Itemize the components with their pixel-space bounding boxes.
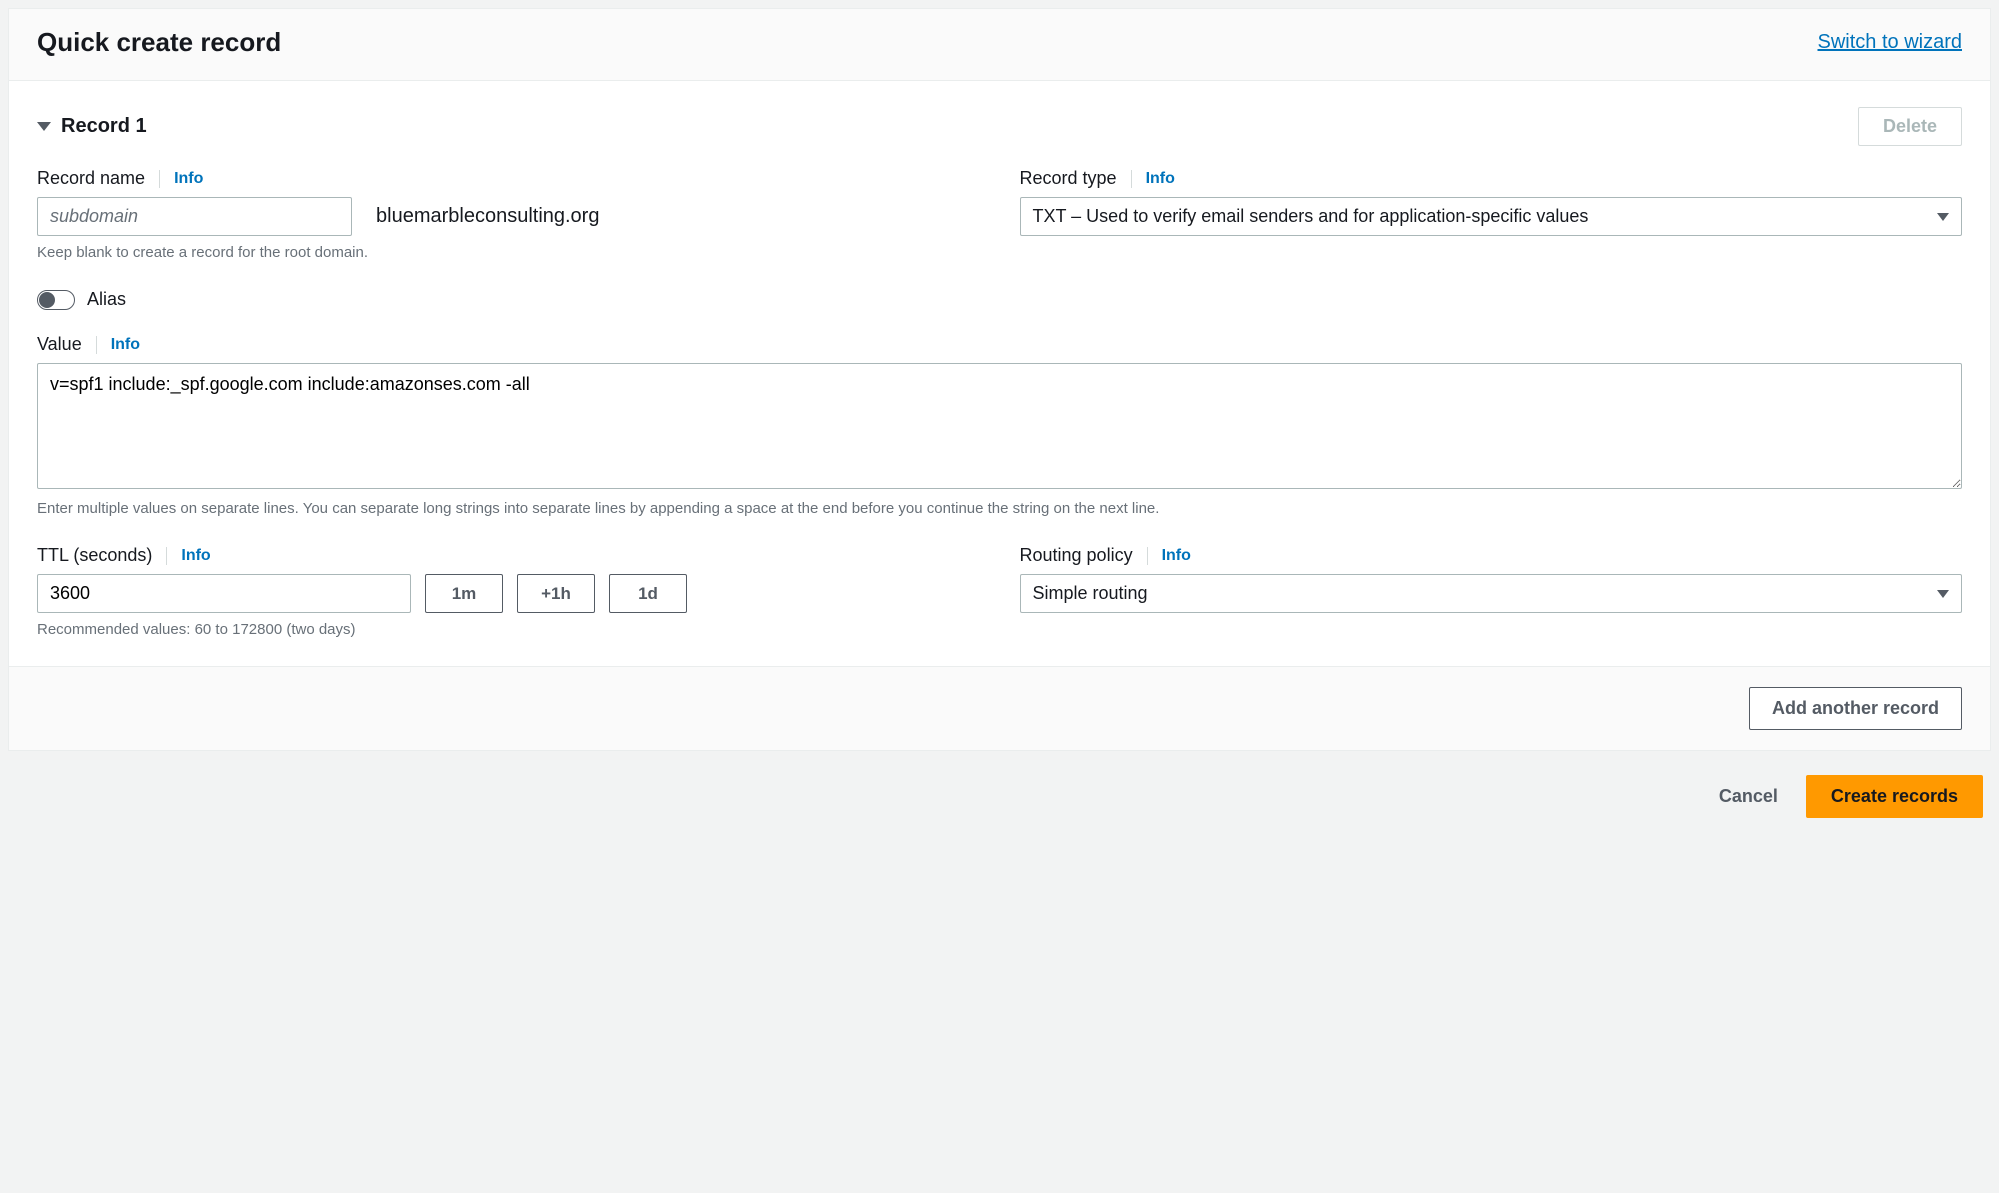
panel-header: Quick create record Switch to wizard bbox=[9, 9, 1990, 81]
ttl-1h-button[interactable]: +1h bbox=[517, 574, 595, 613]
record-name-input[interactable] bbox=[37, 197, 352, 236]
record-name-help: Keep blank to create a record for the ro… bbox=[37, 244, 980, 261]
ttl-input[interactable] bbox=[37, 574, 411, 613]
value-field: Value Info Enter multiple values on sepa… bbox=[37, 334, 1962, 517]
ttl-info-link[interactable]: Info bbox=[181, 547, 210, 565]
alias-label: Alias bbox=[87, 289, 126, 310]
record-type-info-link[interactable]: Info bbox=[1146, 170, 1175, 188]
ttl-1d-button[interactable]: 1d bbox=[609, 574, 687, 613]
record-type-select[interactable]: TXT – Used to verify email senders and f… bbox=[1020, 197, 1963, 236]
value-textarea[interactable] bbox=[37, 363, 1962, 489]
value-info-link[interactable]: Info bbox=[111, 336, 140, 354]
separator bbox=[96, 336, 97, 354]
quick-create-panel: Quick create record Switch to wizard Rec… bbox=[8, 8, 1991, 751]
toggle-knob bbox=[39, 292, 55, 308]
add-another-record-button[interactable]: Add another record bbox=[1749, 687, 1962, 730]
separator bbox=[1147, 547, 1148, 565]
record-type-field: Record type Info TXT – Used to verify em… bbox=[1020, 168, 1963, 261]
caret-down-icon bbox=[37, 122, 51, 131]
record-header: Record 1 Delete bbox=[37, 107, 1962, 146]
page-title: Quick create record bbox=[37, 27, 281, 58]
routing-selected: Simple routing bbox=[1033, 583, 1148, 604]
value-help: Enter multiple values on separate lines.… bbox=[37, 500, 1962, 517]
record-collapse-toggle[interactable]: Record 1 bbox=[37, 115, 147, 138]
value-label: Value bbox=[37, 334, 82, 355]
separator bbox=[159, 170, 160, 188]
record-name-field: Record name Info bluemarbleconsulting.or… bbox=[37, 168, 980, 261]
switch-to-wizard-link[interactable]: Switch to wizard bbox=[1818, 31, 1963, 54]
separator bbox=[1131, 170, 1132, 188]
ttl-help: Recommended values: 60 to 172800 (two da… bbox=[37, 621, 980, 638]
create-records-button[interactable]: Create records bbox=[1806, 775, 1983, 818]
alias-row: Alias bbox=[37, 289, 1962, 310]
name-type-row: Record name Info bluemarbleconsulting.or… bbox=[37, 168, 1962, 261]
separator bbox=[166, 547, 167, 565]
domain-suffix: bluemarbleconsulting.org bbox=[376, 205, 599, 228]
record-type-label: Record type bbox=[1020, 168, 1117, 189]
routing-info-link[interactable]: Info bbox=[1162, 547, 1191, 565]
routing-select[interactable]: Simple routing bbox=[1020, 574, 1963, 613]
ttl-routing-row: TTL (seconds) Info 1m +1h 1d Recommended… bbox=[37, 545, 1962, 638]
record-name-label: Record name bbox=[37, 168, 145, 189]
delete-button[interactable]: Delete bbox=[1858, 107, 1962, 146]
ttl-field: TTL (seconds) Info 1m +1h 1d Recommended… bbox=[37, 545, 980, 638]
chevron-down-icon bbox=[1937, 590, 1949, 598]
ttl-label: TTL (seconds) bbox=[37, 545, 152, 566]
routing-label: Routing policy bbox=[1020, 545, 1133, 566]
alias-toggle[interactable] bbox=[37, 290, 75, 310]
chevron-down-icon bbox=[1937, 213, 1949, 221]
record-type-selected: TXT – Used to verify email senders and f… bbox=[1033, 206, 1589, 227]
panel-footer: Add another record bbox=[9, 666, 1990, 750]
panel-body: Record 1 Delete Record name Info bluemar… bbox=[9, 81, 1990, 666]
ttl-1m-button[interactable]: 1m bbox=[425, 574, 503, 613]
routing-field: Routing policy Info Simple routing bbox=[1020, 545, 1963, 638]
cancel-button[interactable]: Cancel bbox=[1719, 786, 1778, 807]
record-title: Record 1 bbox=[61, 115, 147, 138]
record-name-info-link[interactable]: Info bbox=[174, 170, 203, 188]
action-bar: Cancel Create records bbox=[0, 759, 1999, 828]
